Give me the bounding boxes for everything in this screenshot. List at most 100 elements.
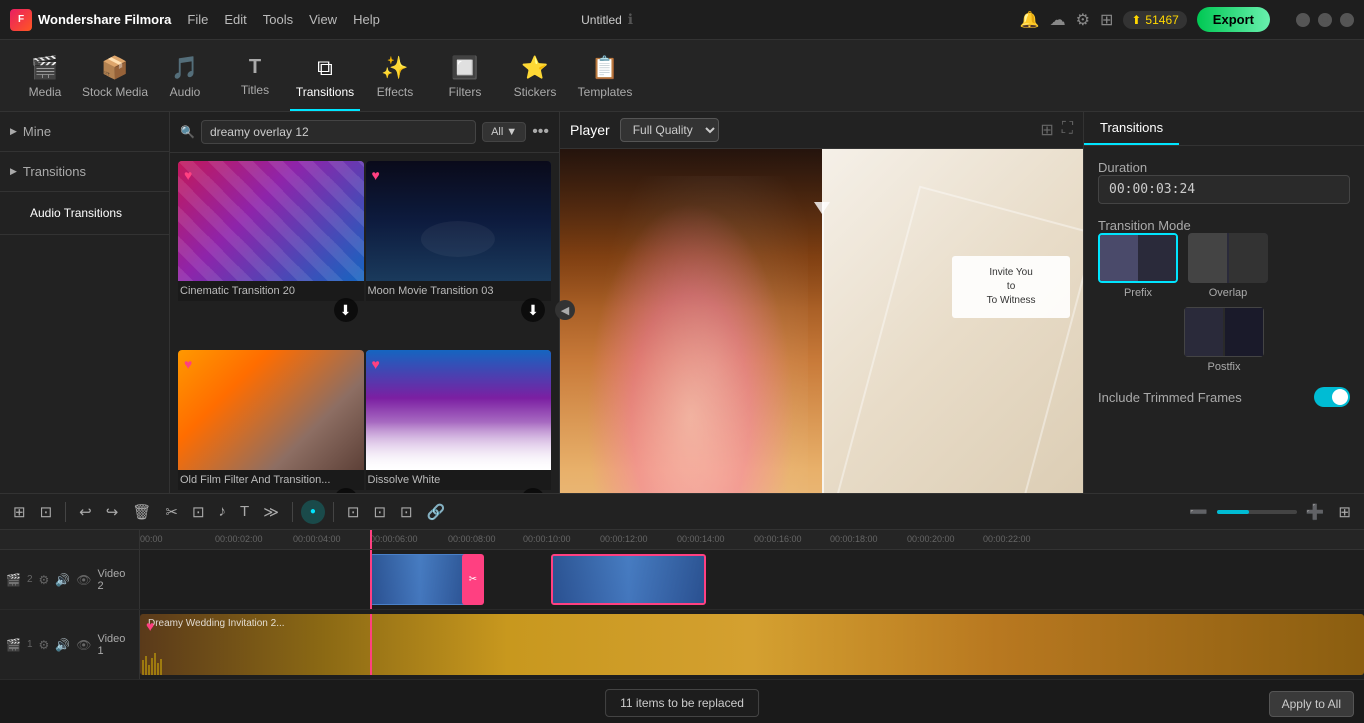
audio-clip-button[interactable]: ♪	[214, 501, 232, 522]
waveform	[140, 651, 1364, 675]
collapse-icon: ◀	[561, 304, 569, 317]
record-button[interactable]: ●	[301, 500, 325, 524]
search-input[interactable]	[201, 120, 476, 144]
include-trimmed-label: Include Trimmed Frames	[1098, 390, 1242, 405]
maximize-button[interactable]: □	[1318, 13, 1332, 27]
delete-button[interactable]: 🗑	[127, 501, 156, 523]
zoom-out-button[interactable]: ➖	[1184, 501, 1213, 523]
old-film-filter-label: Old Film Filter And Transition...	[178, 470, 364, 490]
track-2-audio[interactable]: 🔊	[55, 573, 70, 587]
layout-button[interactable]: ⊞	[1333, 501, 1356, 523]
group-button[interactable]: ⊡	[395, 501, 418, 523]
add-to-timeline-icon[interactable]: ⬇	[521, 298, 545, 322]
more-tools-button[interactable]: ≫	[258, 501, 284, 523]
nav-filters-label: Filters	[449, 85, 482, 99]
mode-postfix[interactable]: Postfix	[1098, 307, 1350, 373]
undo-button[interactable]: ↩	[74, 501, 97, 523]
minimize-button[interactable]: —	[1296, 13, 1310, 27]
transition-modes: Prefix Overlap	[1098, 233, 1350, 299]
menu-tools[interactable]: Tools	[263, 12, 293, 27]
nav-transitions-label: Transitions	[296, 85, 354, 99]
add-to-timeline-icon[interactable]: ⬇	[334, 298, 358, 322]
split-button[interactable]: ⊡	[35, 501, 58, 523]
notification-icon[interactable]: 🔔	[1020, 10, 1040, 30]
mode-postfix-row: Postfix	[1098, 307, 1350, 373]
ruler-mark-16: 00:00:16:00	[754, 534, 802, 544]
marker-button[interactable]: ⊡	[368, 501, 391, 523]
nav-stock-media[interactable]: 📦 Stock Media	[80, 40, 150, 111]
track-2-settings[interactable]: ⚙	[39, 573, 50, 587]
link-button[interactable]: 🔗	[422, 501, 451, 523]
dissolve-thumbnail	[366, 350, 552, 470]
view-icons: ⊞ ⛶	[1040, 120, 1073, 140]
ruler-spacer	[0, 530, 140, 549]
add-track-button[interactable]: ⊞	[8, 501, 31, 523]
toolbar-separator2	[292, 502, 293, 522]
mode-overlap[interactable]: Overlap	[1188, 233, 1268, 299]
panel-collapse-button[interactable]: ◀	[555, 300, 575, 320]
cloud-icon[interactable]: ☁	[1050, 10, 1066, 30]
quality-select[interactable]: Full Quality 1/2 Quality 1/4 Quality	[620, 118, 719, 142]
export-button[interactable]: Export	[1197, 7, 1270, 32]
nav-media[interactable]: 🎬 Media	[10, 40, 80, 111]
menu-edit[interactable]: Edit	[224, 12, 246, 27]
top-icons: 🔔 ☁ ⚙ ⊞ ⬆ 51467 Export	[1020, 7, 1270, 32]
transition-marker[interactable]: ✂	[462, 554, 484, 605]
apps-icon[interactable]: ⊞	[1100, 10, 1113, 30]
transitions-header[interactable]: ▶ Transitions	[10, 160, 159, 183]
mode-prefix[interactable]: Prefix	[1098, 233, 1178, 299]
redo-button[interactable]: ↪	[101, 501, 124, 523]
nav-filters[interactable]: 🔲 Filters	[430, 40, 500, 111]
menu-help[interactable]: Help	[353, 12, 380, 27]
nav-titles[interactable]: T Titles	[220, 40, 290, 111]
nav-audio[interactable]: 🎵 Audio	[150, 40, 220, 111]
snap-button[interactable]: ⊡	[342, 501, 365, 523]
cut-button[interactable]: ✂	[160, 501, 183, 523]
grid-item-moon-movie-transition-03[interactable]: ♥ ⬇ Moon Movie Transition 03	[366, 161, 552, 348]
crop-button[interactable]: ⊡	[187, 501, 210, 523]
video2-clip2-selected[interactable]	[551, 554, 706, 605]
info-icon[interactable]: ℹ	[628, 11, 633, 28]
left-section-mine: ▶ Mine	[0, 112, 169, 152]
nav-templates[interactable]: 📋 Templates	[570, 40, 640, 111]
duration-input[interactable]	[1098, 175, 1350, 204]
track-1-settings[interactable]: ⚙	[39, 638, 50, 652]
filter-button[interactable]: All ▼	[482, 122, 526, 142]
track-1-audio[interactable]: 🔊	[55, 638, 70, 652]
zoom-in-button[interactable]: ➕	[1301, 501, 1330, 523]
track-2-controls: 🎬 2 ⚙ 🔊 👁 Video 2	[0, 550, 140, 609]
right-tabs: Transitions	[1084, 112, 1364, 146]
track-1-visibility[interactable]: 👁	[76, 638, 91, 652]
track-playhead	[370, 550, 372, 609]
settings-icon[interactable]: ⚙	[1076, 10, 1090, 30]
nav-effects[interactable]: ✨ Effects	[360, 40, 430, 111]
clip-heart-icon: ♥	[146, 618, 154, 634]
close-button[interactable]: ✕	[1340, 13, 1354, 27]
effects-icon: ✨	[381, 55, 408, 81]
video2-clip1[interactable]	[370, 554, 470, 605]
fullscreen-icon[interactable]: ⛶	[1062, 120, 1073, 140]
more-options-button[interactable]: •••	[532, 123, 549, 141]
transitions-panel: Duration Transition Mode Prefix	[1084, 146, 1364, 421]
player-label: Player	[570, 122, 610, 138]
menu-file[interactable]: File	[187, 12, 208, 27]
cinematic-thumbnail	[178, 161, 364, 281]
grid-view-icon[interactable]: ⊞	[1040, 120, 1053, 140]
apply-all-button[interactable]: Apply to All	[1269, 691, 1354, 717]
ruler-mark-20: 00:00:20:00	[907, 534, 955, 544]
track-2-visibility[interactable]: 👁	[76, 573, 91, 587]
nav-transitions[interactable]: ⧉ Transitions	[290, 40, 360, 111]
video1-main-clip[interactable]: Dreamy Wedding Invitation 2... ♥	[140, 614, 1364, 675]
duration-section: Duration	[1098, 160, 1350, 204]
toolbar-nav: 🎬 Media 📦 Stock Media 🎵 Audio T Titles ⧉…	[0, 40, 1364, 112]
include-trimmed-toggle[interactable]	[1314, 387, 1350, 407]
grid-item-cinematic-transition-20[interactable]: ♥ ⬇ Cinematic Transition 20	[178, 161, 364, 348]
left-section-audio-transitions: Audio Transitions	[0, 192, 169, 235]
menu-view[interactable]: View	[309, 12, 337, 27]
zoom-slider[interactable]	[1217, 510, 1297, 514]
nav-stickers[interactable]: ⭐ Stickers	[500, 40, 570, 111]
tab-transitions[interactable]: Transitions	[1084, 112, 1179, 145]
title-button[interactable]: T	[235, 501, 254, 522]
audio-transitions-item[interactable]: Audio Transitions	[10, 200, 159, 226]
mine-header[interactable]: ▶ Mine	[10, 120, 159, 143]
